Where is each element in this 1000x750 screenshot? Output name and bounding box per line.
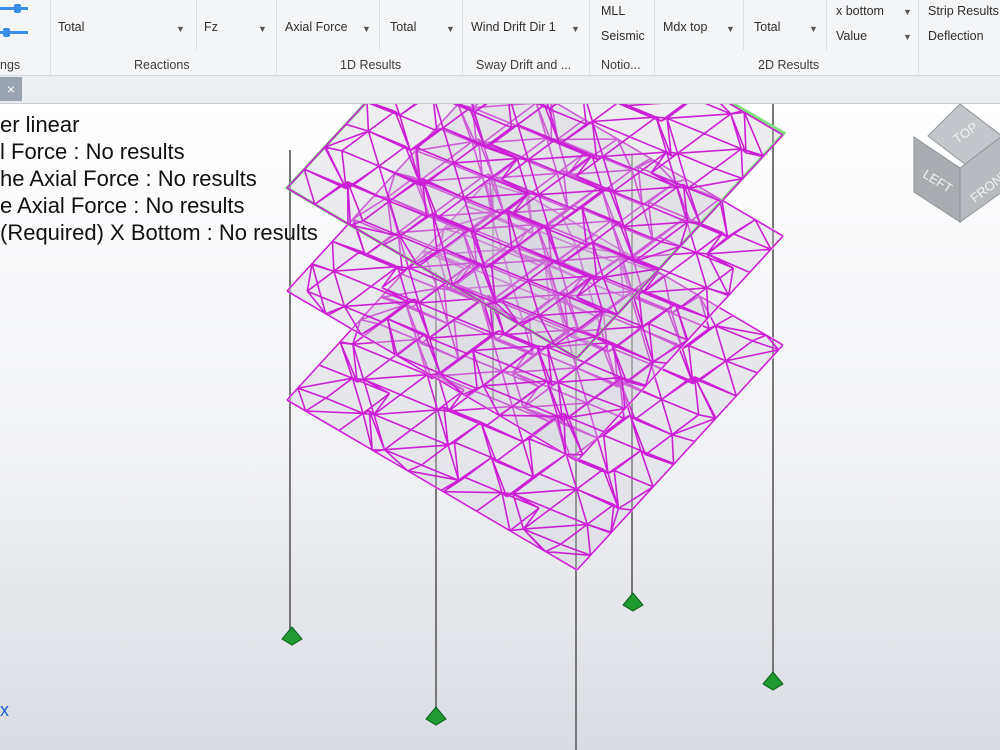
- group-separator: [589, 0, 590, 75]
- group-separator: [654, 0, 655, 75]
- reactions-direction-dropdown[interactable]: Fz: [204, 20, 218, 34]
- results2d-face-dropdown[interactable]: x bottom: [836, 4, 884, 18]
- chevron-down-icon[interactable]: ▼: [726, 24, 735, 34]
- slider-knob[interactable]: [14, 4, 21, 13]
- overlay-line-force: l Force : No results: [0, 139, 185, 164]
- group-separator: [276, 0, 277, 75]
- chevron-down-icon[interactable]: ▼: [446, 24, 455, 34]
- close-tab-button[interactable]: ×: [0, 77, 22, 101]
- overlay-line-axial-2: e Axial Force : No results: [0, 193, 245, 218]
- group-label-1d-results: 1D Results: [340, 58, 402, 72]
- overlay-line-analysis: er linear: [0, 112, 80, 137]
- group-label-reactions: Reactions: [134, 58, 190, 72]
- group-label-notional: Notio...: [601, 58, 641, 72]
- chevron-down-icon[interactable]: ▼: [176, 24, 185, 34]
- strip-results-button[interactable]: Strip Results: [928, 4, 999, 18]
- item-separator: [379, 0, 380, 50]
- support-icon: [281, 626, 303, 646]
- chevron-down-icon[interactable]: ▼: [362, 24, 371, 34]
- chevron-down-icon[interactable]: ▼: [903, 7, 912, 17]
- reactions-component-dropdown[interactable]: Total: [58, 20, 84, 34]
- support-icon: [425, 706, 447, 726]
- model-3d-viewport[interactable]: TOP LEFT FRONT er linear l Force : No re…: [0, 104, 1000, 750]
- deflection-button[interactable]: Deflection: [928, 29, 984, 43]
- item-separator: [743, 0, 744, 50]
- group-label-settings: ngs: [0, 58, 21, 72]
- chevron-down-icon[interactable]: ▼: [809, 24, 818, 34]
- results2d-mode-dropdown[interactable]: Value: [836, 29, 867, 43]
- chevron-down-icon[interactable]: ▼: [258, 24, 267, 34]
- group-label-sway-drift: Sway Drift and ...: [476, 58, 572, 72]
- item-separator: [826, 0, 827, 50]
- support-icon: [622, 592, 644, 612]
- overlay-line-required: (Required) X Bottom : No results: [0, 220, 318, 245]
- axis-indicator: x: [0, 700, 9, 720]
- results1d-component-dropdown[interactable]: Total: [390, 20, 416, 34]
- support-icon: [762, 671, 784, 691]
- group-separator: [462, 0, 463, 75]
- group-separator: [918, 0, 919, 75]
- chevron-down-icon[interactable]: ▼: [903, 32, 912, 42]
- sway-direction-dropdown[interactable]: Wind Drift Dir 1: [471, 20, 556, 34]
- results1d-type-dropdown[interactable]: Axial Force: [285, 20, 348, 34]
- structural-model: [281, 104, 787, 750]
- chevron-down-icon[interactable]: ▼: [571, 24, 580, 34]
- item-separator: [196, 0, 197, 50]
- group-label-2d-results: 2D Results: [758, 58, 820, 72]
- notional-mll-button[interactable]: MLL: [601, 4, 625, 18]
- results2d-component-dropdown[interactable]: Total: [754, 20, 780, 34]
- notional-seismic-button[interactable]: Seismic: [601, 29, 645, 43]
- slider-knob[interactable]: [3, 28, 10, 37]
- results2d-type-dropdown[interactable]: Mdx top: [663, 20, 707, 34]
- close-icon: ×: [6, 81, 16, 97]
- overlay-line-axial-1: he Axial Force : No results: [0, 166, 257, 191]
- document-tab-strip: ×: [0, 76, 1000, 104]
- view-cube[interactable]: TOP LEFT FRONT: [913, 104, 1000, 223]
- ribbon-toolbar: ngs Total ▼ Fz ▼ Reactions Axial Force ▼…: [0, 0, 1000, 76]
- group-separator: [50, 0, 51, 75]
